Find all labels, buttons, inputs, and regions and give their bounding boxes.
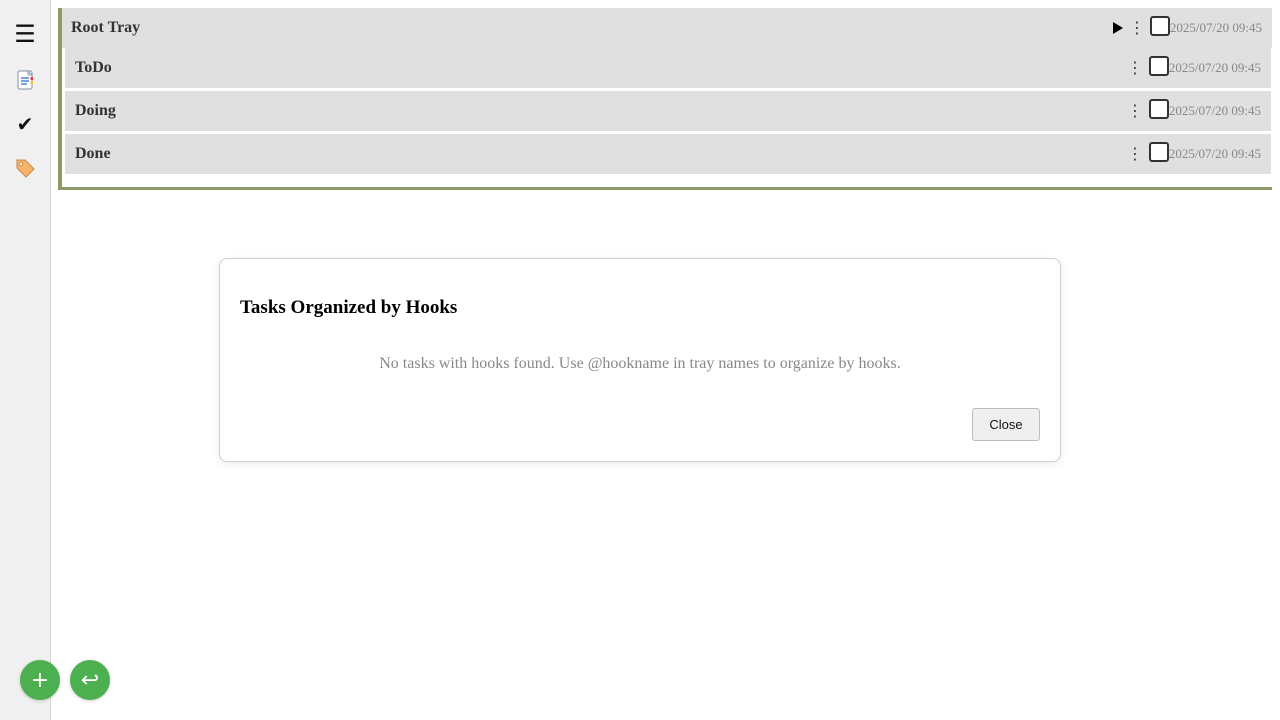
hooks-dialog: Tasks Organized by Hooks No tasks with h… — [219, 258, 1061, 462]
dialog-title: Tasks Organized by Hooks — [240, 297, 458, 318]
tray-checkbox[interactable] — [1150, 16, 1170, 36]
more-options-icon[interactable]: ⋮ — [1127, 48, 1143, 88]
tray-timestamp: 2025/07/20 09:45 — [1168, 60, 1261, 75]
back-button[interactable]: ↩ — [70, 660, 110, 700]
tag-icon-graphic — [16, 159, 35, 178]
root-tray-header[interactable]: Root Tray ⋮ 2025/07/20 09:45 — [62, 8, 1272, 48]
tag-icon[interactable] — [0, 150, 50, 186]
tray-checkbox[interactable] — [1149, 142, 1169, 162]
play-icon[interactable] — [1110, 20, 1126, 36]
tray-title[interactable]: Doing — [75, 91, 116, 131]
dialog-message: No tasks with hooks found. Use @hookname… — [379, 355, 901, 372]
tray-title[interactable]: ToDo — [75, 48, 112, 88]
sidebar: ☰ ✔ — [0, 0, 51, 720]
tray-checkbox[interactable] — [1149, 99, 1169, 119]
add-button[interactable]: + — [20, 660, 60, 700]
root-tray: Root Tray ⋮ 2025/07/20 09:45 ToDo ⋮ 2025… — [58, 8, 1272, 190]
document-icon[interactable] — [0, 62, 50, 98]
tray-timestamp: 2025/07/20 09:45 — [1168, 146, 1261, 161]
tray-timestamp: 2025/07/20 09:45 — [1169, 20, 1262, 35]
tray-title[interactable]: Done — [75, 134, 111, 174]
tray-timestamp: 2025/07/20 09:45 — [1168, 103, 1261, 118]
tray-todo[interactable]: ToDo ⋮ 2025/07/20 09:45 — [65, 48, 1271, 88]
document-icon-graphic — [17, 69, 34, 90]
tray-doing[interactable]: Doing ⋮ 2025/07/20 09:45 — [65, 91, 1271, 131]
more-options-icon[interactable]: ⋮ — [1129, 8, 1145, 48]
tray-checkbox[interactable] — [1149, 56, 1169, 76]
close-button[interactable]: Close — [972, 408, 1040, 441]
tray-title[interactable]: Root Tray — [71, 8, 140, 48]
menu-icon[interactable]: ☰ — [0, 16, 50, 52]
more-options-icon[interactable]: ⋮ — [1127, 134, 1143, 174]
tray-done[interactable]: Done ⋮ 2025/07/20 09:45 — [65, 134, 1271, 174]
more-options-icon[interactable]: ⋮ — [1127, 91, 1143, 131]
play-icon-graphic — [1113, 22, 1123, 34]
checkmark-icon[interactable]: ✔ — [0, 106, 50, 142]
